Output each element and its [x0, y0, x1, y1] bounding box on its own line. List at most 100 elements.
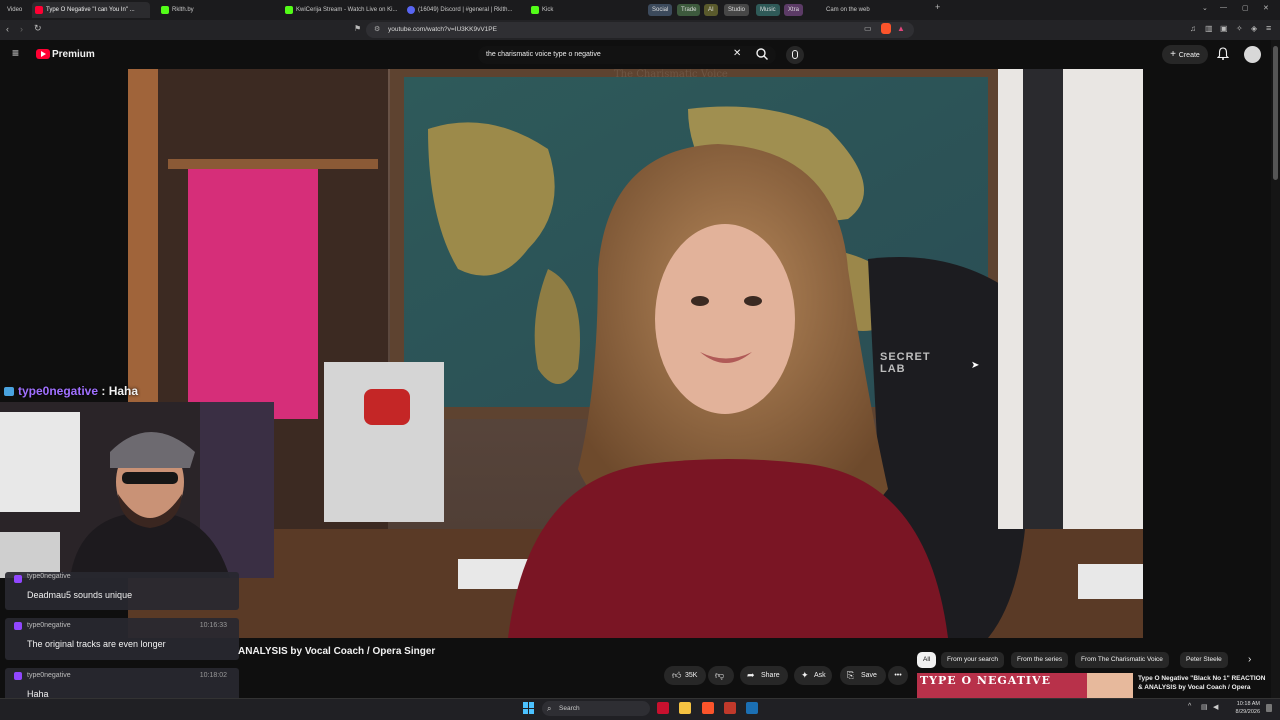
player-side-area	[1143, 69, 1271, 638]
clear-search-icon[interactable]: ✕	[733, 48, 741, 59]
chat-message: type0negative 10:16:33 The original trac…	[5, 618, 239, 660]
tab-group-trade[interactable]: Trade	[677, 4, 701, 16]
close-window-icon[interactable]: ✕	[1263, 4, 1269, 12]
platform-icon	[14, 575, 22, 583]
create-button[interactable]: + Create	[1162, 45, 1208, 64]
ask-button[interactable]: ✦ Ask	[794, 666, 832, 685]
vpn-icon[interactable]: ◈	[1251, 24, 1257, 33]
chat-user: type0negative	[27, 672, 71, 679]
chevron-down-icon[interactable]: ⌄	[1202, 4, 1208, 12]
voice-search-button[interactable]	[786, 46, 804, 64]
play-glyph-icon	[41, 51, 46, 57]
forward-icon[interactable]: ›	[20, 24, 23, 34]
brave-rewards-icon[interactable]: ▲	[897, 24, 905, 33]
chip-peter-steele[interactable]: Peter Steele	[1180, 652, 1228, 668]
start-tile	[523, 702, 528, 708]
like-button[interactable]: 👍︎ 35K	[664, 666, 706, 685]
tab-group-xtra[interactable]: Xtra	[784, 4, 804, 16]
tab-group-studio[interactable]: Studio	[724, 4, 750, 16]
notifications-bell-icon[interactable]	[1216, 47, 1230, 60]
chat-message: type0negative Deadmau5 sounds unique	[5, 572, 239, 610]
steam-icon[interactable]	[746, 702, 758, 714]
chip-from-search[interactable]: From your search	[941, 652, 1004, 668]
start-tile	[529, 702, 534, 708]
taskbar-clock[interactable]: 10:18 AM 8/29/2026	[1226, 700, 1260, 716]
video-player[interactable]: The Charismatic Voice SECRET LAB ➤	[128, 69, 1143, 638]
more-actions-button[interactable]: •••	[888, 666, 908, 685]
youtube-logo-icon[interactable]	[36, 49, 50, 59]
cast-icon[interactable]: ▭	[864, 24, 872, 33]
file-explorer-icon[interactable]	[679, 702, 691, 714]
site-info-icon[interactable]: ⚙	[374, 22, 380, 38]
chip-from-channel[interactable]: From The Charismatic Voice	[1075, 652, 1169, 668]
tab-kick-3[interactable]: Kick	[528, 2, 638, 18]
ask-label: Ask	[814, 672, 826, 679]
media-icon[interactable]: ♫	[1190, 24, 1196, 33]
avatar[interactable]	[1244, 46, 1261, 63]
windows-start-icon[interactable]	[523, 702, 535, 714]
chip-all[interactable]: All	[917, 652, 937, 668]
tab-kick-1[interactable]: Rklth.by	[158, 2, 276, 18]
share-button[interactable]: ➦ Share	[740, 666, 788, 685]
browser-tab-strip: Video Type O Negative "I can You In" ...…	[0, 0, 1280, 20]
tab-group-ai[interactable]: AI	[704, 4, 718, 16]
sidebar-icon[interactable]: ▥	[1205, 24, 1213, 33]
clock-date: 8/29/2026	[1235, 709, 1260, 715]
discord-favicon-icon	[407, 6, 415, 14]
like-count: 35K	[685, 672, 698, 679]
mouse-cursor-icon: ➤	[971, 360, 980, 371]
minimize-icon[interactable]: —	[1220, 4, 1227, 11]
save-button[interactable]: ⎘ Save	[840, 666, 886, 685]
wallet-icon[interactable]: ▣	[1220, 24, 1228, 33]
notification-center-icon[interactable]	[1266, 704, 1272, 712]
dislike-button[interactable]: 👎︎	[708, 666, 734, 685]
hamburger-menu-icon[interactable]: ≡	[12, 47, 19, 59]
chair-logo-text: SECRET LAB	[880, 351, 931, 375]
thumbs-down-icon: 👎︎	[715, 670, 725, 680]
chat-text: Deadmau5 sounds unique	[27, 590, 133, 600]
video-frame	[128, 69, 1143, 638]
tab-group-social[interactable]: Social	[648, 4, 673, 16]
tab-discord[interactable]: (16049) Discord | #general | Rklth...	[404, 2, 522, 18]
menu-icon[interactable]: ≡	[1266, 23, 1271, 33]
chevron-right-icon[interactable]: ›	[1248, 654, 1251, 665]
tab-youtube[interactable]: Type O Negative "I can You In" ...	[32, 2, 150, 18]
recommended-title[interactable]: Type O Negative "Black No 1" REACTION & …	[1138, 674, 1268, 696]
new-tab-icon[interactable]: +	[935, 2, 940, 12]
chat-highlight-text: : Haha	[98, 384, 139, 398]
search-icon: ⌕	[547, 704, 552, 713]
platform-icon	[14, 622, 22, 630]
search-input[interactable]: the charismatic voice type o negative	[478, 46, 776, 64]
tab-label: Kick	[542, 7, 554, 13]
search-value: the charismatic voice type o negative	[486, 51, 601, 58]
address-bar[interactable]: ⚙ youtube.com/watch?v=IU3KK9vV1PE	[366, 22, 914, 38]
search-icon[interactable]	[755, 47, 769, 61]
tab-kick-2[interactable]: KwiCerija Stream - Watch Live on Ki...	[282, 2, 400, 18]
logo-text: Premium	[52, 49, 95, 60]
kick-favicon-icon	[161, 6, 169, 14]
news-app-icon[interactable]	[724, 702, 736, 714]
chip-from-series[interactable]: From the series	[1011, 652, 1069, 668]
recommended-thumbnail[interactable]: TYPE O NEGATIVE	[917, 673, 1133, 698]
bookmark-icon[interactable]: ⚑	[354, 24, 361, 33]
tab-video[interactable]: Video	[2, 2, 28, 18]
reload-icon[interactable]: ↻	[34, 23, 42, 34]
back-icon[interactable]: ‹	[6, 24, 9, 34]
maximize-icon[interactable]: ▢	[1242, 4, 1249, 12]
app-icon-red[interactable]	[657, 702, 669, 714]
tab-cam[interactable]: Cam on the web	[812, 2, 922, 18]
leo-icon[interactable]: ✧	[1236, 24, 1243, 33]
scrollbar-thumb[interactable]	[1273, 46, 1278, 180]
clock-time: 10:18 AM	[1236, 701, 1260, 707]
brave-browser-icon[interactable]	[702, 702, 714, 714]
network-icon[interactable]: ▤	[1201, 703, 1208, 711]
chat-badge-icon	[4, 387, 14, 396]
tray-chevron-icon[interactable]: ^	[1188, 703, 1191, 710]
start-tile	[523, 708, 528, 714]
kick-favicon-icon	[285, 6, 293, 14]
tab-label: Video	[7, 7, 23, 13]
volume-icon[interactable]: ◀	[1213, 703, 1218, 711]
brave-shield-icon[interactable]	[881, 23, 891, 34]
tab-group-music[interactable]: Music	[756, 4, 780, 16]
taskbar-search[interactable]: ⌕ Search	[542, 701, 650, 716]
